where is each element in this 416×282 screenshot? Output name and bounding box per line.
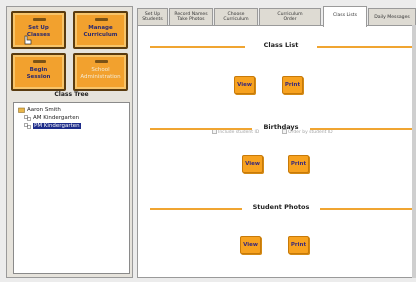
drawer-handle-icon xyxy=(33,18,46,21)
drawer-label-line: Set Up xyxy=(28,25,49,31)
class-list-print-button[interactable]: Print xyxy=(282,76,303,94)
set-up-classes-label: Set Up Classes xyxy=(13,25,64,39)
tree-child-item-selected[interactable]: PM Kindergarten xyxy=(24,122,81,130)
drawer-label-line: Session xyxy=(26,74,51,80)
birthdays-print-button[interactable]: Print xyxy=(288,155,309,173)
pointer-hand-icon xyxy=(24,35,32,45)
folder-icon xyxy=(18,107,25,113)
divider xyxy=(310,128,412,130)
tab-label-line: Class Lists xyxy=(333,13,357,18)
class-lists-panel: Class List View Print Include student ID… xyxy=(137,25,416,278)
drawer-label-line: Curriculum xyxy=(83,32,118,38)
drawer-handle-icon xyxy=(95,18,108,21)
tab-class-lists[interactable]: Class Lists xyxy=(323,6,367,27)
class-tree-title: Class Tree xyxy=(54,91,89,98)
class-list-view-button[interactable]: View xyxy=(234,76,255,94)
left-panel: Set Up Classes Manage Curriculum Begin S… xyxy=(6,6,133,278)
drawer-label-line: Manage xyxy=(88,25,113,31)
drawer-label-line: School xyxy=(91,67,110,73)
school-administration-button[interactable]: School Administration xyxy=(73,53,128,91)
tab-label-line: Daily Messages xyxy=(374,15,410,20)
drawer-label-line: Administration xyxy=(80,74,121,80)
tab-set-up-students[interactable]: Set Up Students xyxy=(137,8,168,26)
tab-label-line: Take Photos xyxy=(177,17,205,23)
manage-curriculum-label: Manage Curriculum xyxy=(75,25,126,39)
tab-daily-messages[interactable]: Daily Messages xyxy=(368,8,416,26)
tree-child-label: AM Kindergarten xyxy=(33,115,80,121)
class-node-icon xyxy=(24,114,31,121)
divider xyxy=(317,46,412,48)
class-node-icon xyxy=(24,122,31,129)
tree-root-label: Aaron Smith xyxy=(27,107,61,113)
divider xyxy=(320,208,412,210)
tree-child-label: PM Kindergarten xyxy=(33,123,81,129)
begin-session-button[interactable]: Begin Session xyxy=(11,53,66,91)
student-photos-header: Student Photos xyxy=(150,203,412,213)
tab-choose-curriculum[interactable]: Choose Curriculum xyxy=(214,8,258,26)
student-photos-view-button[interactable]: View xyxy=(240,236,261,254)
drawer-label-line: Begin xyxy=(29,67,48,73)
tree-child-item[interactable]: AM Kindergarten xyxy=(24,114,79,122)
tab-record-names[interactable]: Record Names Take Photos xyxy=(169,8,213,26)
vertical-scrollbar[interactable] xyxy=(412,25,416,278)
tab-curriculum-order[interactable]: Curriculum Order xyxy=(259,8,321,26)
birthdays-header: Birthdays xyxy=(150,123,412,133)
drawer-grid: Set Up Classes Manage Curriculum Begin S… xyxy=(11,11,130,93)
drawer-handle-icon xyxy=(95,60,108,63)
drawer-label-line: Classes xyxy=(26,32,51,38)
tab-label-line: Students xyxy=(142,17,163,23)
manage-curriculum-button[interactable]: Manage Curriculum xyxy=(73,11,128,49)
drawer-handle-icon xyxy=(33,60,46,63)
tab-label-line: Order xyxy=(283,17,297,23)
set-up-classes-button[interactable]: Set Up Classes xyxy=(11,11,66,49)
birthdays-view-button[interactable]: View xyxy=(242,155,263,173)
student-photos-print-button[interactable]: Print xyxy=(288,236,309,254)
school-administration-label: School Administration xyxy=(75,67,126,81)
tab-bar: Set Up Students Record Names Take Photos… xyxy=(137,6,416,27)
class-tree[interactable]: Aaron Smith AM Kindergarten PM Kindergar… xyxy=(13,102,130,274)
class-list-header: Class List xyxy=(150,41,412,51)
tree-root-item[interactable]: Aaron Smith xyxy=(18,106,61,114)
tab-label-line: Curriculum xyxy=(223,17,249,23)
begin-session-label: Begin Session xyxy=(13,67,64,81)
